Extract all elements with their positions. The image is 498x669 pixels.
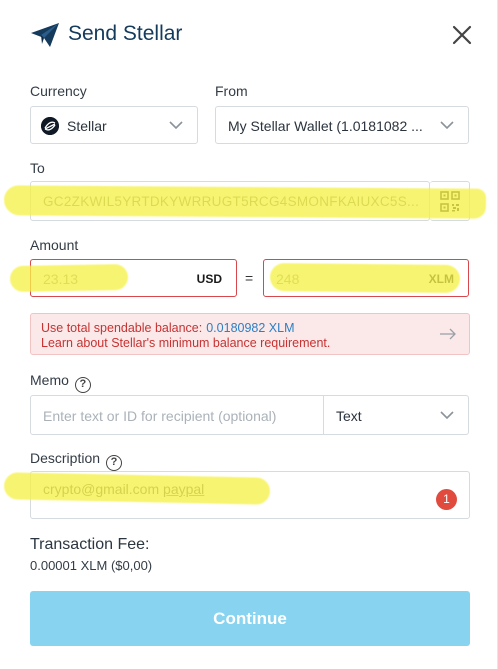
chevron-down-icon	[440, 121, 454, 129]
arrow-right-icon	[440, 328, 456, 340]
from-wallet-value: My Stellar Wallet (1.0181082 ...	[228, 118, 423, 134]
help-icon[interactable]: ?	[74, 377, 91, 393]
transaction-fee-title: Transaction Fee:	[30, 536, 150, 553]
qr-scan-button[interactable]	[430, 181, 470, 221]
dialog-title: Send Stellar	[68, 22, 183, 45]
description-text: crypto@gmail.com	[43, 481, 164, 497]
recipient-address-input[interactable]: GC2ZKWIL5YRTDKYWRRUGT5RCG4SMONFKAIUXC5S.…	[30, 181, 430, 221]
dialog-header: Send Stellar	[0, 0, 497, 70]
continue-button[interactable]: Continue	[30, 591, 470, 646]
memo-input[interactable]: Enter text or ID for recipient (optional…	[30, 395, 324, 435]
amount-xlm-input[interactable]: 248 XLM	[263, 259, 469, 297]
description-input[interactable]: crypto@gmail.com paypal 1	[30, 471, 470, 519]
chevron-down-icon	[169, 121, 183, 129]
to-label: To	[30, 160, 45, 176]
amount-xlm-unit: XLM	[428, 272, 454, 286]
from-wallet-select[interactable]: My Stellar Wallet (1.0181082 ...	[215, 106, 469, 144]
spendable-balance-link[interactable]: 0.0180982 XLM	[206, 321, 294, 335]
currency-label: Currency	[30, 83, 87, 99]
amount-usd-input[interactable]: 23.13 USD	[30, 259, 237, 297]
stellar-coin-icon	[41, 117, 59, 135]
send-stellar-dialog: Send Stellar Currency From Stellar My St…	[0, 0, 498, 669]
memo-type-value: Text	[336, 408, 362, 424]
help-icon[interactable]: ?	[106, 455, 123, 471]
description-label-row: Description?	[30, 450, 123, 471]
amount-label: Amount	[30, 237, 79, 253]
memo-type-select[interactable]: Text	[323, 395, 469, 435]
memo-placeholder: Enter text or ID for recipient (optional…	[43, 408, 277, 424]
amount-usd-value: 23.13	[43, 271, 79, 287]
alert-line-spendable: Use total spendable balance: 0.0180982 XL…	[41, 321, 295, 335]
description-label: Description	[30, 450, 101, 466]
send-paper-plane-icon	[31, 23, 59, 47]
description-misspelled-word: paypal	[163, 481, 205, 497]
grammar-suggestion-badge[interactable]: 1	[436, 489, 457, 510]
amount-xlm-value: 248	[276, 271, 300, 287]
amount-usd-unit: USD	[196, 272, 222, 286]
alert-text: Use total spendable balance:	[41, 321, 203, 335]
currency-value: Stellar	[67, 118, 107, 134]
memo-label: Memo	[30, 372, 69, 388]
chevron-down-icon	[440, 411, 454, 419]
qr-code-icon	[440, 191, 460, 212]
recipient-address-value: GC2ZKWIL5YRTDKYWRRUGT5RCG4SMONFKAIUXC5S.…	[43, 194, 420, 209]
from-label: From	[215, 83, 248, 99]
balance-alert[interactable]: Use total spendable balance: 0.0180982 XL…	[30, 313, 470, 355]
transaction-fee-value: 0.00001 XLM ($0,00)	[30, 558, 153, 573]
memo-label-row: Memo?	[30, 372, 91, 393]
description-value: crypto@gmail.com paypal	[43, 481, 204, 497]
minimum-balance-link[interactable]: Learn about Stellar's minimum balance re…	[41, 336, 330, 350]
currency-select[interactable]: Stellar	[30, 106, 198, 144]
equals-sign: =	[245, 270, 254, 286]
close-icon[interactable]	[451, 24, 473, 46]
